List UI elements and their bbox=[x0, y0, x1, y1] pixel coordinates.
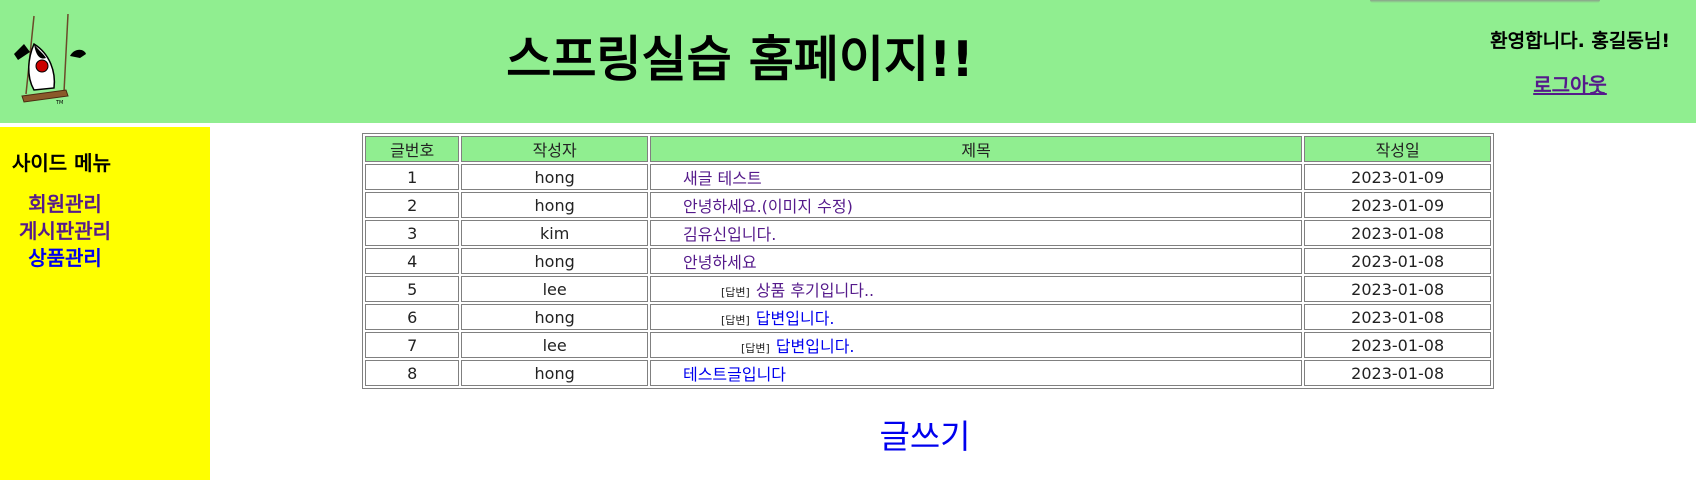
table-row: 3 kim 김유신입니다. 2023-01-08 bbox=[365, 220, 1491, 246]
post-title-link[interactable]: 김유신입니다. bbox=[683, 225, 776, 244]
cell-no: 3 bbox=[365, 220, 460, 246]
cell-date: 2023-01-09 bbox=[1304, 164, 1491, 190]
cell-date: 2023-01-08 bbox=[1304, 360, 1491, 386]
cell-title: 새글 테스트 bbox=[649, 164, 1303, 190]
reply-tag: [답변] bbox=[740, 342, 770, 355]
post-title-link[interactable]: 답변입니다. bbox=[776, 337, 855, 356]
sidebar-item-board-management[interactable]: 게시판관리 bbox=[0, 215, 130, 244]
cell-no: 6 bbox=[365, 304, 460, 330]
board-table-body: 1 hong 새글 테스트 2023-01-09 2 hong 안녕하세요.(이미지 수정)… bbox=[365, 164, 1491, 386]
table-row: 2 hong 안녕하세요.(이미지 수정) 2023-01-09 bbox=[365, 192, 1491, 218]
cell-author: hong bbox=[461, 360, 648, 386]
cell-title: 테스트글입니다 bbox=[649, 360, 1303, 386]
cell-author: hong bbox=[461, 164, 648, 190]
svg-text:TM: TM bbox=[55, 100, 63, 106]
cell-title: 안녕하세요 bbox=[649, 248, 1303, 274]
cell-author: lee bbox=[461, 332, 648, 358]
page-title: 스프링실습 홈페이지!! bbox=[506, 31, 974, 88]
cell-date: 2023-01-08 bbox=[1304, 332, 1491, 358]
cell-title: [답변] 답변입니다. bbox=[649, 304, 1303, 330]
post-title-link[interactable]: 상품 후기입니다.. bbox=[756, 281, 874, 300]
welcome-message: 환영합니다. 홍길동님! bbox=[1490, 30, 1670, 52]
column-header-author: 작성자 bbox=[461, 136, 648, 162]
table-row: 1 hong 새글 테스트 2023-01-09 bbox=[365, 164, 1491, 190]
cell-date: 2023-01-08 bbox=[1304, 276, 1491, 302]
table-row: 6 hong [답변] 답변입니다. 2023-01-08 bbox=[365, 304, 1491, 330]
table-row: 4 hong 안녕하세요 2023-01-08 bbox=[365, 248, 1491, 274]
cell-author: hong bbox=[461, 192, 648, 218]
window-edge-shadow bbox=[1370, 0, 1600, 3]
cell-date: 2023-01-08 bbox=[1304, 248, 1491, 274]
post-title-link[interactable]: 안녕하세요 bbox=[683, 253, 757, 272]
cell-no: 1 bbox=[365, 164, 460, 190]
cell-no: 7 bbox=[365, 332, 460, 358]
duke-swing-logo-icon: TM bbox=[14, 14, 86, 106]
sidebar-item-member-management[interactable]: 회원관리 bbox=[0, 188, 130, 217]
cell-date: 2023-01-08 bbox=[1304, 304, 1491, 330]
cell-author: hong bbox=[461, 304, 648, 330]
sidebar: 사이드 메뉴 회원관리 게시판관리 상품관리 bbox=[0, 127, 210, 480]
sidebar-item-product-management[interactable]: 상품관리 bbox=[0, 242, 130, 271]
cell-author: hong bbox=[461, 248, 648, 274]
table-header-row: 글번호 작성자 제목 작성일 bbox=[365, 136, 1491, 162]
post-title-link[interactable]: 새글 테스트 bbox=[683, 169, 762, 188]
table-row: 7 lee [답변] 답변입니다. 2023-01-08 bbox=[365, 332, 1491, 358]
logout-link[interactable]: 로그아웃 bbox=[1500, 69, 1640, 98]
board-table: 글번호 작성자 제목 작성일 1 hong 새글 테스트 2023-01-09 2 hon… bbox=[362, 133, 1494, 389]
cell-date: 2023-01-09 bbox=[1304, 192, 1491, 218]
post-title-link[interactable]: 답변입니다. bbox=[756, 309, 835, 328]
cell-title: 안녕하세요.(이미지 수정) bbox=[649, 192, 1303, 218]
table-row: 8 hong 테스트글입니다 2023-01-08 bbox=[365, 360, 1491, 386]
post-title-link[interactable]: 안녕하세요.(이미지 수정) bbox=[683, 197, 853, 216]
write-post-link[interactable]: 글쓰기 bbox=[860, 410, 990, 458]
cell-title: [답변] 답변입니다. bbox=[649, 332, 1303, 358]
cell-author: lee bbox=[461, 276, 648, 302]
cell-no: 4 bbox=[365, 248, 460, 274]
cell-no: 2 bbox=[365, 192, 460, 218]
cell-author: kim bbox=[461, 220, 648, 246]
cell-date: 2023-01-08 bbox=[1304, 220, 1491, 246]
header: TM 스프링실습 홈페이지!! 환영합니다. 홍길동님! 로그아웃 bbox=[0, 0, 1696, 123]
reply-tag: [답변] bbox=[720, 314, 750, 327]
column-header-title: 제목 bbox=[649, 136, 1303, 162]
table-row: 5 lee [답변] 상품 후기입니다.. 2023-01-08 bbox=[365, 276, 1491, 302]
post-title-link[interactable]: 테스트글입니다 bbox=[683, 365, 786, 384]
cell-title: 김유신입니다. bbox=[649, 220, 1303, 246]
cell-no: 5 bbox=[365, 276, 460, 302]
sidebar-title: 사이드 메뉴 bbox=[12, 151, 111, 175]
column-header-date: 작성일 bbox=[1304, 136, 1491, 162]
reply-tag: [답변] bbox=[720, 286, 750, 299]
cell-no: 8 bbox=[365, 360, 460, 386]
cell-title: [답변] 상품 후기입니다.. bbox=[649, 276, 1303, 302]
column-header-no: 글번호 bbox=[365, 136, 460, 162]
